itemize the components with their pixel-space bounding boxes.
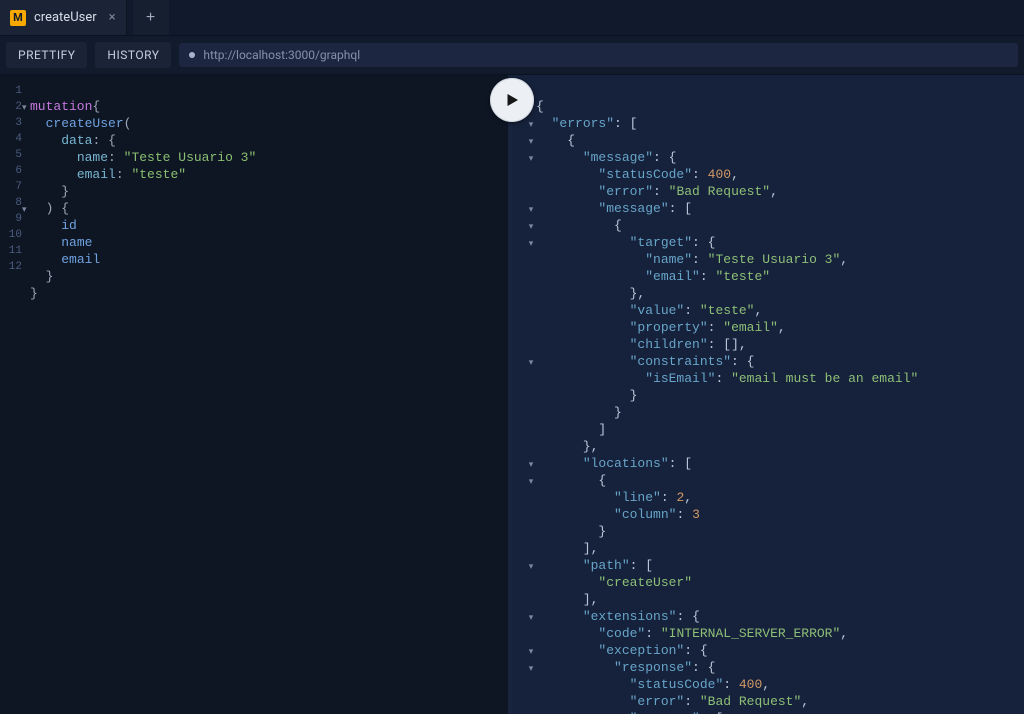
- line-gutter: 1 2 3 4 5 6 7 8 9 10 11 12: [0, 75, 22, 714]
- prettify-button[interactable]: PRETTIFY: [6, 42, 87, 68]
- tab-create-user[interactable]: M createUser ×: [0, 0, 127, 35]
- endpoint-input[interactable]: [203, 48, 1008, 62]
- play-icon: [503, 91, 521, 109]
- fold-icon[interactable]: ▾: [526, 202, 536, 218]
- fold-icon[interactable]: ▾: [526, 355, 536, 371]
- status-dot-icon: [189, 52, 195, 58]
- response-viewer[interactable]: ▾{ ▾ "errors": [ ▾ { ▾ "message": { "sta…: [512, 75, 1024, 714]
- response-code: ▾{ ▾ "errors": [ ▾ { ▾ "message": { "sta…: [512, 75, 1024, 714]
- mutation-badge-icon: M: [10, 10, 26, 26]
- plus-icon: +: [146, 10, 156, 26]
- fold-icon[interactable]: ▾: [526, 236, 536, 252]
- history-button[interactable]: HISTORY: [95, 42, 171, 68]
- fold-icon[interactable]: ▾: [22, 100, 30, 116]
- tab-title: createUser: [34, 10, 97, 25]
- fold-icon[interactable]: ▾: [526, 134, 536, 150]
- fold-icon[interactable]: ▾: [526, 151, 536, 167]
- fold-icon[interactable]: ▾: [526, 610, 536, 626]
- query-code[interactable]: ▾mutation{ createUser( data: { name: "Te…: [22, 75, 508, 714]
- fold-icon[interactable]: ▾: [526, 559, 536, 575]
- run-query-button[interactable]: [490, 78, 534, 122]
- tab-bar: M createUser × +: [0, 0, 1024, 36]
- close-icon[interactable]: ×: [109, 10, 116, 25]
- fold-icon[interactable]: ▾: [526, 474, 536, 490]
- fold-icon[interactable]: ▾: [526, 644, 536, 660]
- toolbar: PRETTIFY HISTORY: [0, 36, 1024, 75]
- fold-icon[interactable]: ▾: [526, 457, 536, 473]
- fold-icon[interactable]: ▾: [22, 202, 30, 218]
- fold-icon[interactable]: ▾: [526, 117, 536, 133]
- editor-panes: 1 2 3 4 5 6 7 8 9 10 11 12 ▾mutation{ cr…: [0, 75, 1024, 714]
- fold-icon[interactable]: ▾: [526, 219, 536, 235]
- new-tab-button[interactable]: +: [133, 0, 169, 35]
- query-editor[interactable]: 1 2 3 4 5 6 7 8 9 10 11 12 ▾mutation{ cr…: [0, 75, 512, 714]
- fold-icon[interactable]: ▾: [526, 661, 536, 677]
- endpoint-url-box[interactable]: [179, 43, 1018, 67]
